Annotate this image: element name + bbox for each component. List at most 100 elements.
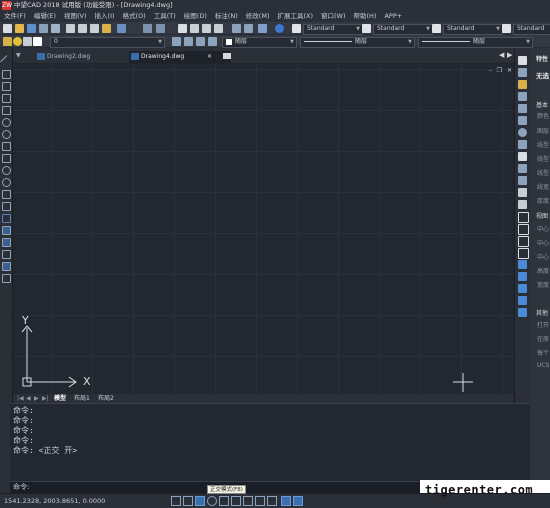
point-icon[interactable]: [2, 214, 11, 223]
close-tab-icon[interactable]: ✕: [207, 53, 212, 60]
layer-freeze-icon[interactable]: [13, 37, 22, 46]
prop-row[interactable]: 在原: [537, 334, 549, 343]
prop-row[interactable]: 线型: [537, 154, 549, 163]
prop-row[interactable]: 图层: [537, 126, 549, 135]
undo-icon[interactable]: [143, 24, 152, 33]
dynamic-input-icon[interactable]: [255, 496, 265, 506]
ellipse-icon[interactable]: [2, 166, 11, 175]
menu-insert[interactable]: 插入(I): [91, 11, 119, 22]
prop-row[interactable]: 中心: [537, 252, 549, 261]
polar-tracking-icon[interactable]: [207, 496, 217, 506]
new-tab-icon[interactable]: [223, 53, 231, 59]
arc-icon[interactable]: [2, 118, 11, 127]
lineweight-dropdown[interactable]: 随层 ▼: [418, 37, 533, 48]
prop-row[interactable]: 中心: [537, 224, 549, 233]
section-general[interactable]: 基本: [536, 100, 548, 109]
color-dropdown[interactable]: 随层 ▼: [222, 37, 297, 48]
layer-manager-icon[interactable]: [208, 37, 217, 46]
menu-view[interactable]: 视图(V): [60, 11, 91, 22]
grid-display-icon[interactable]: [183, 496, 193, 506]
prop-row[interactable]: 宽度: [537, 280, 549, 289]
new-file-icon[interactable]: [3, 24, 12, 33]
section-view[interactable]: 视图: [536, 211, 548, 220]
construction-line-icon[interactable]: [2, 70, 11, 79]
prop-row[interactable]: 中心: [537, 238, 549, 247]
prop-row[interactable]: 打开: [537, 320, 549, 329]
snap-mode-icon[interactable]: [171, 496, 181, 506]
menu-edit[interactable]: 编辑(E): [30, 11, 60, 22]
design-center-icon[interactable]: [244, 24, 253, 33]
trim-icon[interactable]: [518, 164, 527, 173]
menu-app-plus[interactable]: APP+: [380, 11, 406, 22]
dimension-style-dropdown[interactable]: Standard ▼: [373, 24, 433, 35]
insert-block-icon[interactable]: [2, 190, 11, 199]
edit-spline-icon[interactable]: [518, 260, 527, 269]
rotate-icon[interactable]: [518, 128, 527, 137]
mirror-icon[interactable]: [518, 80, 527, 89]
region-icon[interactable]: [2, 250, 11, 259]
text-style-dropdown[interactable]: Standard ▼: [303, 24, 363, 35]
tab-drawing2[interactable]: Drawing2.dwg: [35, 51, 137, 63]
lineweight-display-icon[interactable]: [267, 496, 277, 506]
menu-draw[interactable]: 绘图(D): [180, 11, 211, 22]
open-file-icon[interactable]: [15, 24, 24, 33]
revision-cloud-icon[interactable]: [2, 142, 11, 151]
paste-icon[interactable]: [90, 24, 99, 33]
multiline-text-icon[interactable]: [2, 274, 11, 283]
layer-lock-icon[interactable]: [23, 37, 32, 46]
copy-icon[interactable]: [78, 24, 87, 33]
prop-row[interactable]: 厚度: [537, 196, 549, 205]
print-preview-icon[interactable]: [51, 24, 60, 33]
section-misc[interactable]: 其他: [536, 308, 548, 317]
dynamic-ucs-icon[interactable]: [243, 496, 253, 506]
layout-next-icon[interactable]: ▶: [34, 394, 39, 403]
layer-color-icon[interactable]: [33, 37, 42, 46]
prop-row[interactable]: 线型: [537, 140, 549, 149]
extend-icon[interactable]: [518, 176, 527, 185]
offset-icon[interactable]: [518, 92, 527, 101]
erase-icon[interactable]: [518, 56, 527, 65]
cut-icon[interactable]: [66, 24, 75, 33]
redo-icon[interactable]: [156, 24, 165, 33]
edit-hatch-icon[interactable]: [518, 272, 527, 281]
layout-last-icon[interactable]: ▶|: [42, 394, 49, 403]
explode-icon[interactable]: [518, 236, 529, 247]
draw-order-icon[interactable]: [518, 308, 527, 317]
scale-icon[interactable]: [518, 140, 527, 149]
tool-palettes-icon[interactable]: [258, 24, 267, 33]
table-style-dropdown[interactable]: Standard ▼: [443, 24, 503, 35]
copy-object-icon[interactable]: [518, 68, 527, 77]
object-snap-tracking-icon[interactable]: [231, 496, 241, 506]
layout-first-icon[interactable]: |◀: [17, 394, 24, 403]
menu-format[interactable]: 格式(O): [119, 11, 150, 22]
rectangle-icon[interactable]: [2, 106, 11, 115]
save-icon[interactable]: [27, 24, 36, 33]
match-properties-icon[interactable]: [102, 24, 111, 33]
pan-icon[interactable]: [178, 24, 187, 33]
stretch-icon[interactable]: [518, 152, 527, 161]
tab-layout2[interactable]: 布局2: [98, 394, 114, 403]
properties-icon[interactable]: [232, 24, 241, 33]
polyline-icon[interactable]: [2, 82, 11, 91]
gradient-icon[interactable]: [2, 238, 11, 247]
menu-dimension[interactable]: 标注(N): [211, 11, 242, 22]
layer-on-icon[interactable]: [3, 37, 12, 46]
prop-row[interactable]: 高度: [537, 266, 549, 275]
zoom-previous-icon[interactable]: [214, 24, 223, 33]
print-icon[interactable]: [39, 24, 48, 33]
zoom-realtime-icon[interactable]: [190, 24, 199, 33]
table-icon[interactable]: [2, 262, 11, 271]
ortho-mode-icon[interactable]: [195, 496, 205, 506]
circle-icon[interactable]: [2, 130, 11, 139]
prop-row[interactable]: 颜色: [537, 111, 549, 120]
polygon-icon[interactable]: [2, 94, 11, 103]
hatch-icon[interactable]: [2, 226, 11, 235]
tab-model[interactable]: 模型: [54, 394, 66, 403]
tab-menu-icon[interactable]: ▼: [16, 52, 21, 59]
tab-layout1[interactable]: 布局1: [74, 394, 90, 403]
menu-file[interactable]: 文件(F): [0, 11, 30, 22]
spline-icon[interactable]: [2, 154, 11, 163]
block-editor-icon[interactable]: [117, 24, 126, 33]
edit-text-icon[interactable]: [518, 284, 527, 293]
layer-dropdown[interactable]: 0 ▼: [50, 37, 165, 48]
